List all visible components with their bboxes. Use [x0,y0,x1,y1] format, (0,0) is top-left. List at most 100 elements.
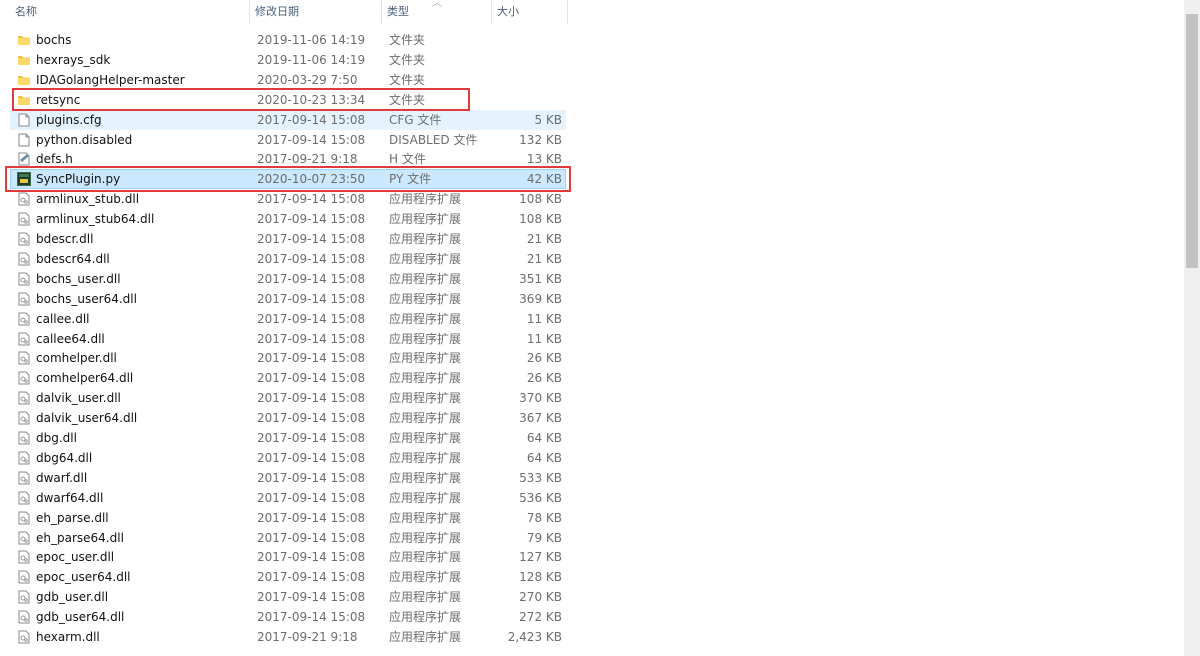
file-row[interactable]: gdb_user64.dll 2017-09-14 15:08 应用程序扩展 272 … [10,607,566,627]
vertical-scrollbar[interactable] [1184,0,1200,656]
file-size: 533 KB [519,470,562,485]
file-row[interactable]: dwarf64.dll 2017-09-14 15:08 应用程序扩展 536 KB [10,488,566,508]
file-size: 5 KB [534,112,562,127]
file-row[interactable]: dalvik_user.dll 2017-09-14 15:08 应用程序扩展 370… [10,388,566,408]
file-type: 应用程序扩展 [389,311,462,326]
file-name: epoc_user64.dll [36,570,131,585]
file-row[interactable]: callee.dll 2017-09-14 15:08 应用程序扩展 11 KB [10,309,566,329]
file-name: dbg64.dll [36,450,93,465]
file-row[interactable]: python.disabled 2017-09-14 15:08 DISABLED … [10,130,566,150]
file-type: H 文件 [389,152,426,167]
file-date-modified: 2017-09-14 15:08 [257,112,366,127]
file-type: 应用程序扩展 [389,590,462,605]
file-name: python.disabled [36,132,133,147]
file-name: IDAGolangHelper-master [36,72,185,87]
file-type: 应用程序扩展 [389,232,462,246]
file-name: plugins.cfg [36,112,102,127]
file-row[interactable]: dalvik_user64.dll 2017-09-14 15:08 应用程序扩展 3… [10,408,566,428]
dll-icon [17,431,31,445]
file-date-modified: 2017-09-14 15:08 [257,470,366,485]
file-size: 370 KB [519,391,562,406]
file-row[interactable]: epoc_user.dll 2017-09-14 15:08 应用程序扩展 127 K… [10,547,566,567]
file-row[interactable]: retsync 2020-10-23 13:34 文件夹 [10,90,566,110]
file-size: 132 KB [519,132,562,147]
file-row[interactable]: eh_parse64.dll 2017-09-14 15:08 应用程序扩展 79 K… [10,528,566,548]
file-row[interactable]: dwarf.dll 2017-09-14 15:08 应用程序扩展 533 KB [10,468,566,488]
file-date-modified: 2017-09-14 15:08 [257,510,366,525]
file-date-modified: 2017-09-14 15:08 [257,590,366,605]
file-row[interactable]: callee64.dll 2017-09-14 15:08 应用程序扩展 11 KB [10,329,566,349]
file-date-modified: 2017-09-14 15:08 [257,391,366,406]
dll-icon [17,511,31,525]
file-size: 11 KB [526,311,562,326]
file-size: 536 KB [519,490,562,505]
file-name: dalvik_user.dll [36,391,121,406]
dll-icon [17,491,31,505]
file-type: 应用程序扩展 [389,271,462,286]
file-date-modified: 2020-10-23 13:34 [257,92,366,107]
file-type: 应用程序扩展 [389,610,462,625]
file-row[interactable]: epoc_user64.dll 2017-09-14 15:08 应用程序扩展 128… [10,567,566,587]
file-row[interactable]: bochs_user.dll 2017-09-14 15:08 应用程序扩展 351 … [10,269,566,289]
file-name: gdb_user.dll [36,590,109,605]
file-row[interactable]: bochs 2019-11-06 14:19 文件夹 [10,30,566,50]
file-size [491,91,562,109]
file-row[interactable]: comhelper.dll 2017-09-14 15:08 应用程序扩展 26 KB [10,348,566,368]
file-row[interactable]: hexrays_sdk 2019-11-06 14:19 文件夹 [10,50,566,70]
file-date-modified: 2020-10-07 23:50 [257,172,366,187]
file-size [491,71,562,89]
file-row[interactable]: bochs_user64.dll 2017-09-14 15:08 应用程序扩展 36… [10,289,566,309]
sort-ascending-icon: ︿ [432,0,442,9]
dll-icon [17,192,31,206]
file-date-modified: 2017-09-21 9:18 [257,630,358,644]
file-date-modified: 2017-09-21 9:18 [257,152,358,167]
file-type: 文件夹 [389,72,426,87]
file-size: 128 KB [519,570,562,585]
file-row[interactable]: dbg.dll 2017-09-14 15:08 应用程序扩展 64 KB [10,428,566,448]
file-size: 21 KB [526,251,562,266]
dll-icon [17,531,31,545]
column-header-size[interactable]: 大小 [492,0,568,24]
file-row[interactable]: gdb_user.dll 2017-09-14 15:08 应用程序扩展 270 KB [10,587,566,607]
file-type: 应用程序扩展 [389,450,462,465]
file-size: 2,423 KB [507,630,562,644]
dll-icon [17,570,31,584]
file-row[interactable]: eh_parse.dll 2017-09-14 15:08 应用程序扩展 78 KB [10,508,566,528]
file-row[interactable]: armlinux_stub64.dll 2017-09-14 15:08 应用程序扩… [10,209,566,229]
column-header-bar: 名称 修改日期 类型 ︿ 大小 [0,0,1184,24]
column-header-date-modified[interactable]: 修改日期 [250,0,382,24]
file-name: retsync [36,92,81,107]
file-row[interactable]: bdescr64.dll 2017-09-14 15:08 应用程序扩展 21 KB [10,249,566,269]
file-row[interactable]: defs.h 2017-09-21 9:18 H 文件 13 KB [10,149,566,169]
file-row[interactable]: armlinux_stub.dll 2017-09-14 15:08 应用程序扩展 1… [10,189,566,209]
column-header-name[interactable]: 名称 [10,0,250,24]
file-row[interactable]: SyncPlugin.py 2020-10-07 23:50 PY 文件 42 KB [10,169,566,190]
file-row[interactable]: dbg64.dll 2017-09-14 15:08 应用程序扩展 64 KB [10,448,566,468]
dll-icon [17,550,31,564]
file-date-modified: 2017-09-14 15:08 [257,490,366,505]
file-type: 应用程序扩展 [389,530,462,545]
file-size: 21 KB [526,232,562,246]
folder-icon [17,33,31,47]
dll-icon [17,351,31,365]
file-row[interactable]: comhelper64.dll 2017-09-14 15:08 应用程序扩展 26 … [10,368,566,388]
file-date-modified: 2017-09-14 15:08 [257,291,366,306]
file-row[interactable]: hexarm.dll 2017-09-21 9:18 应用程序扩展 2,423 KB [10,627,566,647]
file-size: 11 KB [526,331,562,346]
file-row[interactable]: plugins.cfg 2017-09-14 15:08 CFG 文件 5 KB [10,109,566,130]
dll-icon [17,371,31,385]
scrollbar-thumb[interactable] [1186,14,1198,268]
dll-icon [17,391,31,405]
file-type: CFG 文件 [389,112,442,127]
file-type: 文件夹 [389,92,426,107]
file-name: eh_parse.dll [36,510,109,525]
file-size: 127 KB [519,550,562,565]
file-name: bochs_user64.dll [36,291,137,306]
file-row[interactable]: IDAGolangHelper-master 2020-03-29 7:50 文件夹 [10,70,566,90]
file-row[interactable]: bdescr.dll 2017-09-14 15:08 应用程序扩展 21 KB [10,229,566,249]
file-name: armlinux_stub64.dll [36,212,155,227]
file-date-modified: 2019-11-06 14:19 [257,33,366,47]
file-date-modified: 2017-09-14 15:08 [257,550,366,565]
file-type: 文件夹 [389,52,426,67]
file-name: epoc_user.dll [36,550,115,565]
